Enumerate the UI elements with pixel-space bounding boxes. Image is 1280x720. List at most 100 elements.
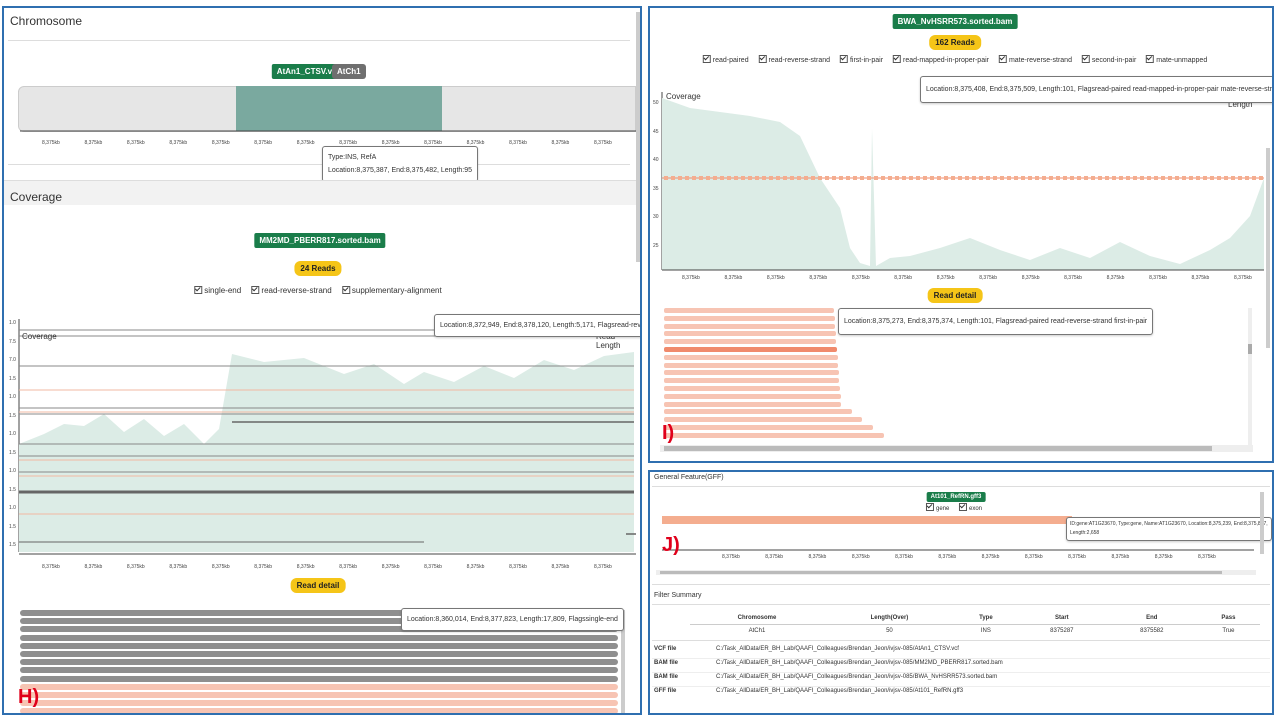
divider xyxy=(652,584,1270,585)
checkbox-second-in-pair[interactable]: second-in-pair xyxy=(1081,55,1136,64)
read-bar[interactable] xyxy=(664,347,837,352)
read-bar[interactable] xyxy=(664,339,837,345)
read-bar[interactable] xyxy=(664,354,838,360)
checkbox-read-paired[interactable]: read-paired xyxy=(702,55,749,64)
checkbox-icon[interactable] xyxy=(959,503,968,511)
checkbox-icon[interactable] xyxy=(839,55,848,63)
y-tick-label: 1.5 xyxy=(9,486,16,493)
file-row-bam-2: BAM file C:/Task_AllData/ER_BH_Lab/QAAFI_… xyxy=(654,674,997,680)
read-bar[interactable] xyxy=(20,675,618,682)
read-detail-scrollbar[interactable] xyxy=(1248,308,1252,448)
checkbox-supplementary-alignment[interactable]: supplementary-alignment xyxy=(341,285,442,295)
gene-feature-bar[interactable] xyxy=(662,516,1072,524)
read-bar[interactable] xyxy=(20,659,618,666)
read-bar[interactable] xyxy=(664,331,836,337)
checkbox-icon[interactable] xyxy=(1081,55,1090,63)
read-bar[interactable] xyxy=(664,362,839,368)
axis-tick-label: 8,375kb xyxy=(254,564,273,570)
read-bar[interactable] xyxy=(664,432,884,438)
panel-scrollbar[interactable] xyxy=(636,12,640,262)
coverage-plot[interactable] xyxy=(650,88,1272,273)
y-tick-label: 7.0 xyxy=(9,357,16,363)
read-bar[interactable] xyxy=(20,700,618,707)
read-bar[interactable] xyxy=(20,667,618,674)
variant-tooltip-line2: Location:8,375,387, End:8,375,482, Lengt… xyxy=(328,167,473,174)
axis-tick-label: 8,375kb xyxy=(1106,275,1125,281)
flag-filter-checkboxes: read-paired read-reverse-strand first-in… xyxy=(699,55,1211,64)
axis-tick-label: 8,375kb xyxy=(808,554,827,560)
file-row-vcf: VCF file C:/Task_AllData/ER_BH_Lab/QAAFI_… xyxy=(654,646,959,652)
checkbox-icon[interactable] xyxy=(925,503,934,511)
checkbox-icon[interactable] xyxy=(758,55,767,63)
read-bar[interactable] xyxy=(664,409,852,415)
checkbox-icon[interactable] xyxy=(1146,55,1155,63)
cell-end: 8375582 xyxy=(1140,628,1164,634)
checkbox-first-in-pair[interactable]: first-in-pair xyxy=(839,55,883,64)
axis-tick-label: 8,375kb xyxy=(895,554,913,560)
checkbox-exon[interactable]: exon xyxy=(959,503,983,512)
read-bar[interactable] xyxy=(20,642,618,649)
file-path: C:/Task_AllData/ER_BH_Lab/QAAFI_Colleagu… xyxy=(716,688,964,694)
checkbox-read-mapped-in-proper-pair[interactable]: read-mapped-in-proper-pair xyxy=(892,55,989,64)
checkbox-icon[interactable] xyxy=(702,55,711,63)
read-mark xyxy=(1154,176,1158,180)
checkbox-icon[interactable] xyxy=(194,285,203,294)
checkbox-single-end[interactable]: single-end xyxy=(194,285,241,295)
checkbox-mate-unmapped[interactable]: mate-unmapped xyxy=(1146,55,1207,64)
header-end: End xyxy=(1106,612,1197,625)
axis-tick-label: 8,375kb xyxy=(851,554,870,560)
reads-count-badge: 24 Reads xyxy=(294,261,342,276)
checkbox-icon[interactable] xyxy=(341,285,350,294)
read-mark xyxy=(748,176,752,180)
read-mark xyxy=(902,176,906,180)
read-mark xyxy=(1210,176,1214,180)
file-label: BAM file xyxy=(654,660,678,666)
read-bar[interactable] xyxy=(20,651,618,657)
panel-scrollbar[interactable] xyxy=(1266,148,1270,348)
read-bar[interactable] xyxy=(664,370,839,376)
read-bar[interactable] xyxy=(664,401,842,407)
coverage-y-label: Coverage xyxy=(666,92,701,101)
read-bar[interactable] xyxy=(664,425,873,430)
filter-summary-table: Chromosome Length(Over) Type Start End P… xyxy=(690,612,1260,637)
read-mark xyxy=(993,176,997,180)
read-bar[interactable] xyxy=(664,417,863,423)
read-mark xyxy=(678,176,682,180)
checkbox-icon[interactable] xyxy=(251,285,260,294)
read-bar[interactable] xyxy=(20,692,618,698)
file-label: GFF file xyxy=(654,688,677,694)
divider xyxy=(8,40,630,41)
read-bar[interactable] xyxy=(664,393,841,399)
read-bar[interactable] xyxy=(664,315,835,321)
read-detail-scrollbar-thumb[interactable] xyxy=(1248,344,1252,354)
checkbox-icon[interactable] xyxy=(998,55,1007,63)
gff-hscrollbar-thumb[interactable] xyxy=(660,571,1222,574)
read-mark xyxy=(1175,176,1179,180)
filter-summary-title: Filter Summary xyxy=(654,592,702,599)
read-bar[interactable] xyxy=(20,708,618,713)
cell-start: 8375287 xyxy=(1050,628,1074,634)
coverage-plot[interactable] xyxy=(4,314,640,564)
variant-region[interactable] xyxy=(236,86,442,131)
read-bar[interactable] xyxy=(664,386,840,391)
checkbox-label: exon xyxy=(969,505,983,512)
coverage-section-bg xyxy=(4,180,640,205)
read-mark xyxy=(937,176,941,180)
read-detail-hscrollbar-thumb[interactable] xyxy=(664,446,1212,451)
read-bar[interactable] xyxy=(20,634,618,641)
read-bar[interactable] xyxy=(664,378,840,384)
read-mark xyxy=(1056,176,1060,180)
checkbox-read-reverse-strand[interactable]: read-reverse-strand xyxy=(251,285,332,295)
gff-scrollbar[interactable] xyxy=(1260,492,1264,554)
read-bar[interactable] xyxy=(20,683,618,690)
gene-tooltip-line2: Length:2,658 xyxy=(1070,530,1100,536)
read-bar[interactable] xyxy=(664,323,836,329)
checkbox-read-reverse-strand[interactable]: read-reverse-strand xyxy=(758,55,830,64)
checkbox-label: read-reverse-strand xyxy=(261,286,332,295)
checkbox-mate-reverse-strand[interactable]: mate-reverse-strand xyxy=(998,55,1072,64)
read-mark xyxy=(1245,176,1249,180)
cell-pass: True xyxy=(1222,628,1235,634)
checkbox-gene[interactable]: gene xyxy=(925,503,949,512)
read-bar[interactable] xyxy=(664,308,834,313)
checkbox-icon[interactable] xyxy=(892,55,901,63)
